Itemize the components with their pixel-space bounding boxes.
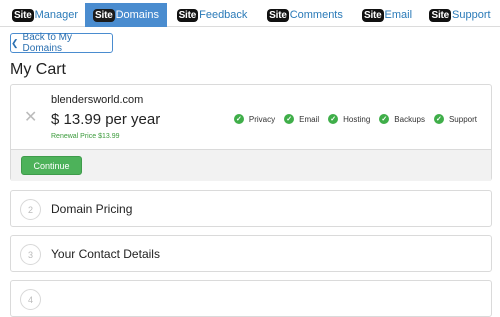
continue-button[interactable]: Continue (21, 156, 82, 175)
feature-backups: ✓ Backups (379, 114, 425, 124)
feature-label: Privacy (248, 114, 276, 124)
check-circle-icon: ✓ (379, 114, 390, 124)
feature-label: Email (299, 114, 320, 124)
feature-label: Support (448, 114, 477, 124)
tab-email[interactable]: Site Email (361, 4, 413, 26)
step-contact-details[interactable]: 3 Your Contact Details (10, 235, 492, 272)
site-logo-badge: Site (361, 8, 384, 22)
feature-privacy: ✓ Privacy (233, 114, 276, 124)
feature-label: Hosting (343, 114, 371, 124)
tab-domains[interactable]: Site Domains (85, 3, 167, 27)
feature-list: ✓ Privacy ✓ Email ✓ Hosting ✓ Backups ✓ Suppo… (225, 114, 477, 124)
cart-footer: Continue (11, 149, 491, 181)
check-circle-icon: ✓ (328, 114, 339, 124)
site-logo-badge: Site (93, 8, 115, 22)
back-to-domains-button[interactable]: ❮ Back to My Domains (10, 32, 113, 54)
step-label: Domain Pricing (51, 202, 133, 216)
tab-comments[interactable]: Site Comments (267, 4, 343, 26)
feature-label: Backups (394, 114, 425, 124)
step-number: 2 (20, 199, 41, 220)
check-circle-icon: ✓ (284, 114, 295, 124)
feature-support: ✓ Support (433, 114, 477, 124)
feature-email: ✓ Email (284, 114, 319, 124)
step-domain-pricing[interactable]: 2 Domain Pricing (10, 190, 492, 227)
tab-feedback[interactable]: Site Feedback (176, 4, 248, 26)
tab-label: Feedback (199, 9, 248, 21)
site-logo-badge: Site (429, 8, 452, 22)
tab-label: Comments (289, 9, 343, 21)
site-logo-badge: Site (176, 8, 199, 22)
tab-label: Domains (115, 9, 159, 21)
back-button-label: Back to My Domains (22, 32, 73, 54)
feature-hosting: ✓ Hosting (328, 114, 370, 124)
cart-item-card: ✕ blendersworld.com $ 13.99 per year Ren… (10, 84, 492, 181)
tab-label: Support (452, 9, 491, 21)
page-title: My Cart (10, 61, 66, 78)
top-tab-bar: Site Manager Site Domains Site Feedback … (0, 0, 500, 27)
site-logo-badge: Site (267, 8, 289, 22)
tab-label: Email (384, 9, 413, 21)
check-circle-icon: ✓ (233, 114, 244, 124)
tab-label: Manager (34, 9, 78, 21)
step-number: 4 (20, 289, 41, 310)
check-circle-icon: ✓ (433, 114, 444, 124)
renewal-price: Renewal Price $13.99 (51, 133, 120, 140)
chevron-left-icon: ❮ (11, 37, 19, 48)
step-number: 3 (20, 244, 41, 265)
domain-name: blendersworld.com (51, 94, 144, 106)
step-next[interactable]: 4 (10, 280, 492, 317)
site-logo-badge: Site (12, 8, 34, 22)
tab-manager[interactable]: Site Manager (8, 4, 82, 26)
step-label: Your Contact Details (51, 247, 160, 261)
remove-item-icon[interactable]: ✕ (24, 107, 37, 127)
tab-support[interactable]: Site Support (429, 4, 491, 26)
domain-price: $ 13.99 per year (51, 111, 161, 128)
